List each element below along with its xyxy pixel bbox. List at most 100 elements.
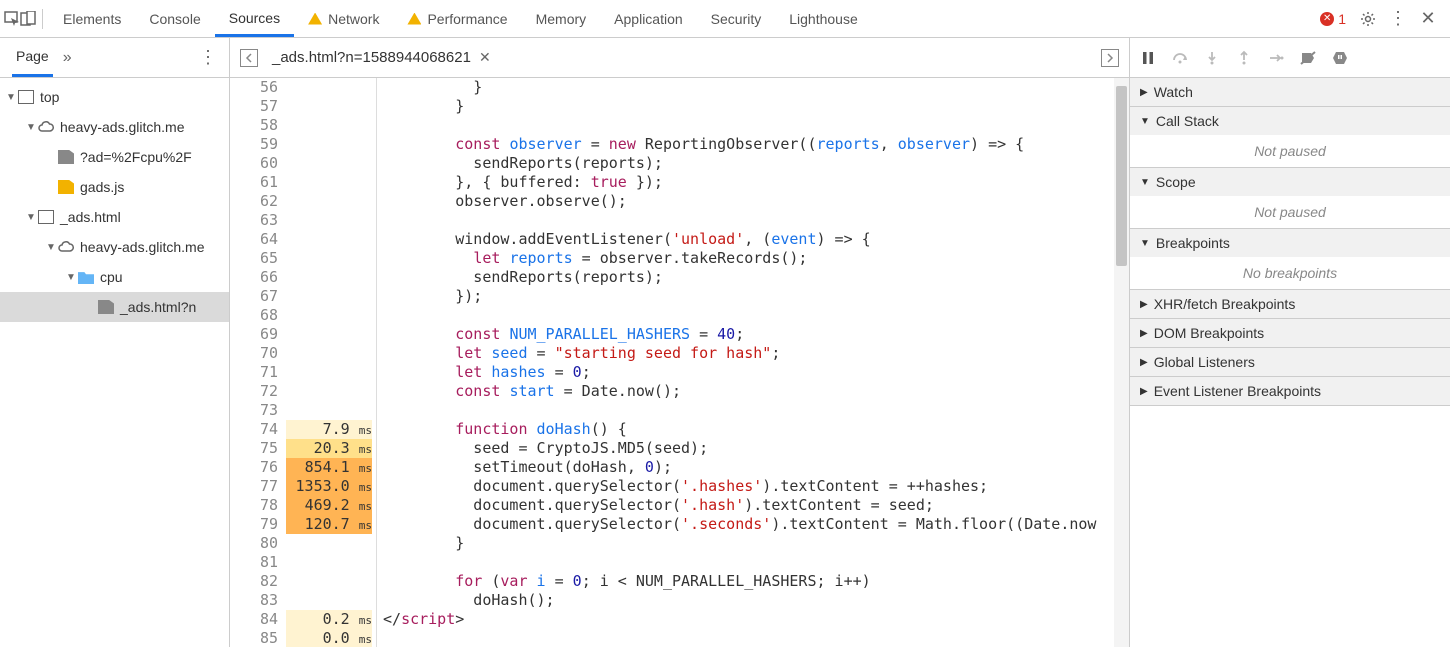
chevron-icon: ▼ <box>1140 238 1150 249</box>
tree-item[interactable]: ▼ _ads.html <box>0 202 229 232</box>
editor-panel: _ads.html?n=1588944068621 ✕ 565758596061… <box>230 38 1130 647</box>
scrollbar-thumb[interactable] <box>1116 86 1127 266</box>
section-label: Scope <box>1156 174 1196 190</box>
line-number: 77 <box>230 477 278 496</box>
pause-icon[interactable] <box>1140 50 1156 66</box>
step-out-icon[interactable] <box>1236 50 1252 66</box>
more-tabs-icon[interactable]: » <box>63 49 72 67</box>
tree-item-label: top <box>40 89 59 105</box>
step-over-icon[interactable] <box>1172 50 1188 66</box>
pause-exceptions-icon[interactable] <box>1332 50 1348 66</box>
step-icon[interactable] <box>1268 50 1284 66</box>
tab-label: Sources <box>229 10 280 26</box>
tab-label: Application <box>614 11 683 27</box>
chevron-icon: ▶ <box>1140 87 1148 98</box>
section-body: No breakpoints <box>1130 257 1450 289</box>
expand-icon: ▼ <box>26 212 36 223</box>
inspect-icon[interactable] <box>4 11 20 27</box>
tab-sources[interactable]: Sources <box>215 2 294 37</box>
tree-item-label: _ads.html <box>60 209 121 225</box>
tree-item[interactable]: ?ad=%2Fcpu%2F <box>0 142 229 172</box>
scrollbar-track[interactable] <box>1114 78 1129 647</box>
line-number: 73 <box>230 401 278 420</box>
tree-item[interactable]: ▼heavy-ads.glitch.me <box>0 232 229 262</box>
timing-cell <box>286 154 372 173</box>
line-number: 74 <box>230 420 278 439</box>
code-line: </script> <box>383 610 1129 629</box>
tree-item[interactable]: ▼cpu <box>0 262 229 292</box>
code-line: document.querySelector('.seconds').textC… <box>383 515 1129 534</box>
section-label: Call Stack <box>1156 113 1219 129</box>
line-number: 63 <box>230 211 278 230</box>
cloud-icon <box>58 240 74 254</box>
timing-cell: 20.3 ms <box>286 439 372 458</box>
tab-application[interactable]: Application <box>600 2 697 35</box>
line-number: 59 <box>230 135 278 154</box>
tab-security[interactable]: Security <box>697 2 776 35</box>
page-tab[interactable]: Page <box>12 38 53 77</box>
expand-icon: ▼ <box>6 92 16 103</box>
expand-icon: ▼ <box>66 272 76 283</box>
tree-item[interactable]: ▼heavy-ads.glitch.me <box>0 112 229 142</box>
gear-icon[interactable] <box>1360 11 1376 27</box>
nav-forward-icon[interactable] <box>1101 49 1119 67</box>
expand-icon: ▼ <box>46 242 56 253</box>
line-number: 56 <box>230 78 278 97</box>
section-xhr-fetch-breakpoints[interactable]: ▶XHR/fetch Breakpoints <box>1130 290 1450 318</box>
tree-item[interactable]: _ads.html?n <box>0 292 229 322</box>
step-into-icon[interactable] <box>1204 50 1220 66</box>
file-icon <box>98 300 114 314</box>
timing-cell: 7.9 ms <box>286 420 372 439</box>
tree-item[interactable]: gads.js <box>0 172 229 202</box>
timing-cell <box>286 173 372 192</box>
device-toggle-icon[interactable] <box>20 11 36 27</box>
kebab-icon[interactable]: ⋮ <box>1390 11 1406 27</box>
timing-cell: 0.0 ms <box>286 629 372 647</box>
section-call-stack[interactable]: ▼ Call Stack <box>1130 107 1450 135</box>
section-scope[interactable]: ▼Scope <box>1130 168 1450 196</box>
close-icon[interactable]: ✕ <box>1420 11 1436 27</box>
section-breakpoints[interactable]: ▼ Breakpoints <box>1130 229 1450 257</box>
tree-item[interactable]: ▼ top <box>0 82 229 112</box>
tab-lighthouse[interactable]: Lighthouse <box>775 2 872 35</box>
file-tab[interactable]: _ads.html?n=1588944068621 ✕ <box>268 45 495 70</box>
code-line: sendReports(reports); <box>383 268 1129 287</box>
tab-elements[interactable]: Elements <box>49 2 135 35</box>
section-global-listeners[interactable]: ▶Global Listeners <box>1130 348 1450 376</box>
section-event-listener-breakpoints[interactable]: ▶ Event Listener Breakpoints <box>1130 377 1450 405</box>
chevron-icon: ▶ <box>1140 328 1148 339</box>
timing-cell <box>286 344 372 363</box>
code-line: const start = Date.now(); <box>383 382 1129 401</box>
timing-cell <box>286 553 372 572</box>
code-line <box>383 211 1129 230</box>
sidebar-kebab-icon[interactable]: ⋮ <box>199 47 217 68</box>
code-body: } } const observer = new ReportingObserv… <box>377 78 1129 647</box>
section-dom-breakpoints[interactable]: ▶DOM Breakpoints <box>1130 319 1450 347</box>
code-line: function doHash() { <box>383 420 1129 439</box>
code-line <box>383 401 1129 420</box>
code-editor[interactable]: 5657585960616263646566676869707172737475… <box>230 78 1129 647</box>
timing-cell: 469.2 ms <box>286 496 372 515</box>
section-label: Breakpoints <box>1156 235 1230 251</box>
timing-cell <box>286 268 372 287</box>
timing-cell <box>286 249 372 268</box>
section-watch[interactable]: ▶ Watch <box>1130 78 1450 106</box>
nav-back-icon[interactable] <box>240 49 258 67</box>
timing-cell <box>286 116 372 135</box>
code-line: } <box>383 78 1129 97</box>
tab-network[interactable]: Network <box>294 2 393 35</box>
tab-performance[interactable]: Performance <box>393 2 521 35</box>
error-badge[interactable]: ✕ 1 <box>1320 11 1346 27</box>
code-line: for (var i = 0; i < NUM_PARALLEL_HASHERS… <box>383 572 1129 591</box>
code-line <box>383 306 1129 325</box>
section-label: Watch <box>1154 84 1193 100</box>
code-line: const observer = new ReportingObserver((… <box>383 135 1129 154</box>
deactivate-breakpoints-icon[interactable] <box>1300 50 1316 66</box>
tab-memory[interactable]: Memory <box>522 2 601 35</box>
chevron-icon: ▼ <box>1140 116 1150 127</box>
chevron-icon: ▶ <box>1140 386 1148 397</box>
tab-console[interactable]: Console <box>135 2 214 35</box>
section-label: Event Listener Breakpoints <box>1154 383 1321 399</box>
timing-cell <box>286 534 372 553</box>
close-tab-icon[interactable]: ✕ <box>479 49 491 66</box>
